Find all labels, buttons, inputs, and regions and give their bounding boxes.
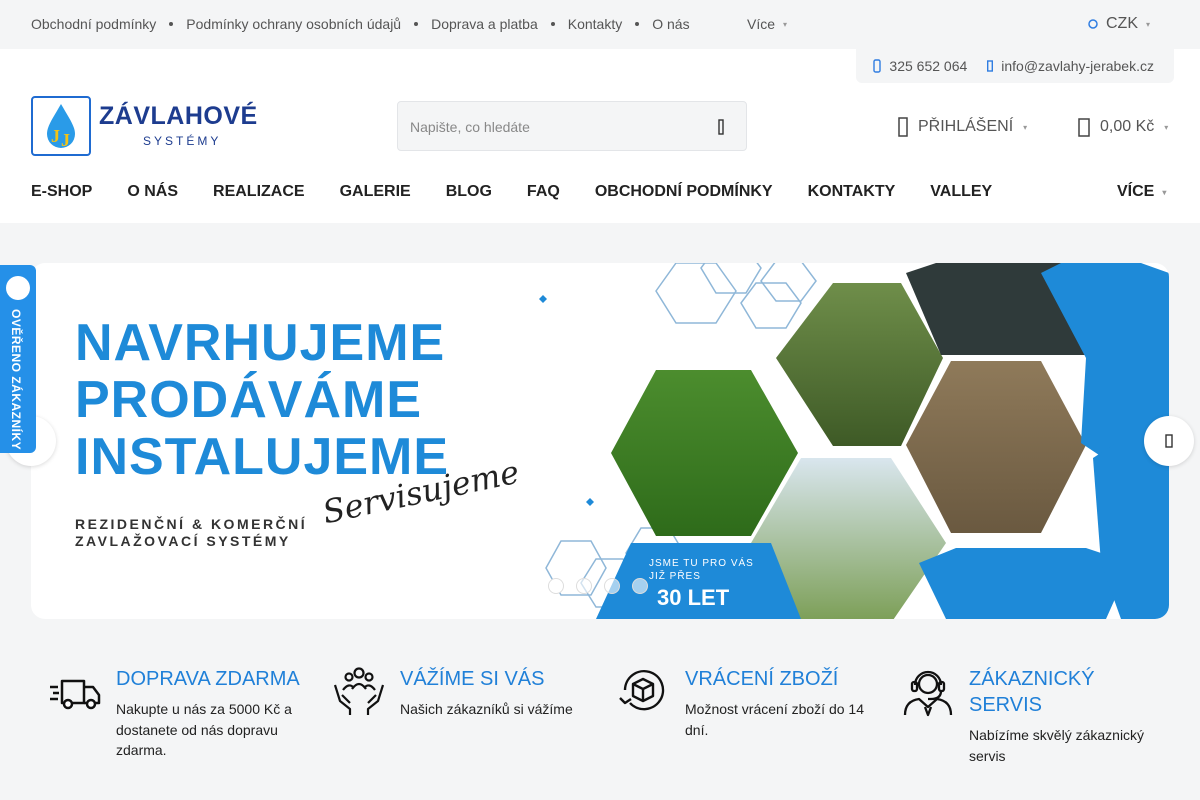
nav-blog[interactable]: BLOG	[446, 183, 492, 201]
phone-icon	[873, 59, 882, 73]
banner-subtitle: REZIDENČNÍ & KOMERČNÍ ZAVLAŽOVACÍ SYSTÉM…	[75, 516, 307, 550]
currency-icon	[1088, 19, 1098, 29]
feature-title: DOPRAVA ZDARMA	[116, 668, 300, 690]
chevron-down-icon: ▾	[1023, 122, 1028, 132]
nav-projects[interactable]: REALIZACE	[213, 183, 305, 201]
feature-desc: Našich zákazníků si vážíme	[400, 701, 573, 717]
feature-desc: Nabízíme skvělý zákaznický servis	[969, 727, 1145, 764]
login-button[interactable]: PŘIHLÁŠENÍ ▾	[898, 116, 1027, 138]
login-label: PŘIHLÁŠENÍ	[918, 118, 1014, 135]
main-nav: E-SHOP O NÁS REALIZACE GALERIE BLOG FAQ …	[31, 183, 1027, 201]
svg-text:J: J	[51, 126, 60, 146]
email-contact[interactable]: info@zavlahy-jerabek.cz	[987, 58, 1154, 74]
cart-icon	[1078, 118, 1090, 137]
site-logo[interactable]: J J ZÁVLAHOVÉ SYSTÉMY	[31, 96, 257, 156]
feature-title: VÁŽÍME SI VÁS	[400, 668, 545, 690]
phone-contact[interactable]: 325 652 064	[873, 58, 967, 74]
phone-number: 325 652 064	[889, 58, 968, 74]
nav-gallery[interactable]: GALERIE	[340, 183, 411, 201]
top-link-shipping[interactable]: Doprava a platba	[431, 16, 538, 32]
currency-selector[interactable]: CZK ▾	[1088, 15, 1150, 33]
nav-valley[interactable]: VALLEY	[930, 183, 992, 201]
nav-faq[interactable]: FAQ	[527, 183, 560, 201]
top-link-contacts[interactable]: Kontakty	[568, 16, 622, 32]
verified-label: OVĚŘENO ZÁKAZNÍKY	[9, 309, 23, 451]
chevron-right-icon	[1165, 434, 1173, 448]
return-box-icon	[619, 669, 665, 711]
slider-dot[interactable]	[576, 578, 592, 594]
logo-emblem: J J	[31, 96, 91, 156]
verified-customers-tab[interactable]: OVĚŘENO ZÁKAZNÍKY	[0, 265, 36, 453]
feature-desc: Nakupte u nás za 5000 Kč a dostanete od …	[116, 701, 292, 758]
nav-more-label: VÍCE	[1117, 183, 1155, 200]
top-more-label: Více	[747, 16, 776, 32]
svg-text:J: J	[61, 130, 70, 150]
chevron-down-icon: ▾	[1162, 187, 1167, 197]
separator-dot	[414, 22, 419, 26]
feature-desc: Možnost vrácení zboží do 14 dní.	[685, 701, 864, 738]
search-input[interactable]	[410, 116, 690, 138]
hands-people-icon	[333, 667, 385, 715]
currency-label: CZK	[1106, 15, 1138, 32]
mail-icon	[987, 60, 994, 72]
banner-hexagon-art: JSME TU PRO VÁS JIŽ PŘES 30 LET	[539, 263, 1169, 619]
badge-text-2: JIŽ PŘES	[649, 569, 701, 582]
nav-about[interactable]: O NÁS	[127, 183, 178, 201]
nav-terms[interactable]: OBCHODNÍ PODMÍNKY	[595, 183, 773, 201]
logo-subtitle: SYSTÉMY	[143, 134, 222, 148]
chevron-down-icon: ▾	[1146, 19, 1151, 29]
top-bar: Obchodní podmínky Podmínky ochrany osobn…	[0, 0, 1200, 49]
slider-next-button[interactable]	[1144, 416, 1194, 466]
top-nav: Obchodní podmínky Podmínky ochrany osobn…	[31, 16, 690, 32]
cart-button[interactable]: 0,00 Kč ▾	[1078, 116, 1168, 138]
cart-total: 0,00 Kč	[1100, 118, 1155, 135]
badge-text-1: JSME TU PRO VÁS	[649, 556, 754, 569]
slider-dot[interactable]	[632, 578, 648, 594]
chevron-down-icon: ▾	[783, 19, 788, 29]
contact-strip: 325 652 064 info@zavlahy-jerabek.cz	[856, 49, 1174, 83]
top-more-button[interactable]: Více ▾	[747, 16, 787, 32]
nav-eshop[interactable]: E-SHOP	[31, 183, 92, 201]
banner-sub-line-1: REZIDENČNÍ & KOMERČNÍ	[75, 516, 308, 532]
banner-sub-line-2: ZAVLAŽOVACÍ SYSTÉMY	[75, 533, 291, 549]
separator-dot	[550, 22, 555, 26]
slider-dots	[548, 578, 648, 594]
search-box	[397, 101, 747, 151]
email-address: info@zavlahy-jerabek.cz	[1001, 58, 1154, 74]
user-icon	[898, 117, 908, 137]
nav-more-button[interactable]: VÍCE ▾	[1117, 183, 1166, 201]
chevron-down-icon: ▾	[1164, 122, 1169, 132]
verified-badge-icon	[6, 276, 30, 300]
search-button[interactable]	[710, 116, 732, 138]
nav-contacts[interactable]: KONTAKTY	[808, 183, 896, 201]
top-link-about[interactable]: O nás	[652, 16, 689, 32]
badge-years: 30 LET	[657, 585, 730, 610]
headset-agent-icon	[903, 670, 953, 717]
search-icon	[718, 119, 724, 135]
banner-line-1: NAVRHUJEME	[75, 314, 446, 372]
separator-dot	[635, 22, 640, 26]
logo-title: ZÁVLAHOVÉ	[99, 102, 258, 130]
slider-dot[interactable]	[604, 578, 620, 594]
banner-headline: NAVRHUJEME PRODÁVÁME INSTALUJEME	[75, 315, 449, 486]
feature-title: VRÁCENÍ ZBOŽÍ	[685, 668, 839, 690]
top-link-terms[interactable]: Obchodní podmínky	[31, 16, 156, 32]
separator-dot	[169, 22, 174, 26]
top-link-privacy[interactable]: Podmínky ochrany osobních údajů	[186, 16, 401, 32]
hero-banner[interactable]: NAVRHUJEME PRODÁVÁME INSTALUJEME Servisu…	[31, 263, 1169, 619]
slider-dot[interactable]	[548, 578, 564, 594]
banner-line-2: PRODÁVÁME	[75, 371, 423, 429]
feature-title: ZÁKAZNICKÝ SERVIS	[969, 668, 1095, 716]
truck-icon	[50, 679, 101, 710]
